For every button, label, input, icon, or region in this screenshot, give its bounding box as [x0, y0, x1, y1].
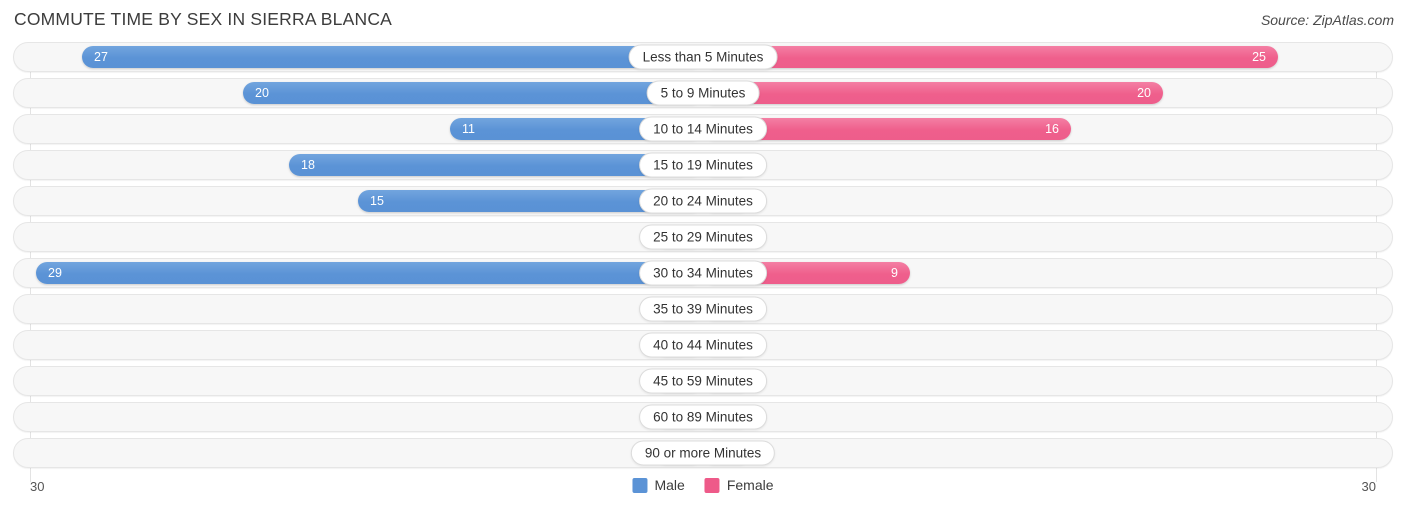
male-half: 29	[14, 259, 703, 287]
legend-label-male: Male	[654, 477, 685, 493]
female-value: 20	[1137, 86, 1151, 100]
male-value: 11	[462, 122, 475, 136]
female-half: 0	[703, 151, 1392, 179]
female-half: 0	[703, 367, 1392, 395]
male-half: 11	[14, 115, 703, 143]
male-half: 0	[14, 439, 703, 467]
table-row[interactable]: 20 20 5 to 9 Minutes	[13, 78, 1393, 108]
male-bar[interactable]: 29	[36, 262, 703, 284]
category-label: 30 to 34 Minutes	[639, 260, 767, 286]
legend-item-female[interactable]: Female	[704, 477, 774, 493]
male-half: 18	[14, 151, 703, 179]
female-half: 0	[703, 331, 1392, 359]
axis-label-left: 30	[30, 479, 45, 494]
female-half: 9	[703, 259, 1392, 287]
legend-label-female: Female	[726, 477, 774, 493]
male-half: 0	[14, 331, 703, 359]
table-row[interactable]: 0025 to 29 Minutes	[13, 222, 1393, 252]
legend-swatch-male-icon	[632, 477, 648, 493]
table-row[interactable]: 0035 to 39 Minutes	[13, 294, 1393, 324]
category-label: 90 or more Minutes	[630, 440, 776, 466]
table-row[interactable]: 11 16 10 to 14 Minutes	[13, 114, 1393, 144]
bar-rows: 27 25 Less than 5 Minutes 20 20 5 to 9 Minute…	[13, 42, 1393, 468]
male-half: 0	[14, 367, 703, 395]
male-half: 15	[14, 187, 703, 215]
category-label: 35 to 39 Minutes	[639, 296, 767, 322]
chart-plot-area: 27 25 Less than 5 Minutes 20 20 5 to 9 Minute…	[13, 42, 1393, 482]
male-bar[interactable]: 27	[82, 46, 703, 68]
table-row[interactable]: 29 9 30 to 34 Minutes	[13, 258, 1393, 288]
female-bar[interactable]: 25	[703, 46, 1278, 68]
male-value: 20	[255, 86, 269, 100]
female-bar[interactable]: 20	[703, 82, 1163, 104]
male-half: 27	[14, 43, 703, 71]
category-label: Less than 5 Minutes	[628, 44, 778, 70]
male-half: 20	[14, 79, 703, 107]
category-label: 40 to 44 Minutes	[639, 332, 767, 358]
table-row[interactable]: 0040 to 44 Minutes	[13, 330, 1393, 360]
male-half: 0	[14, 295, 703, 323]
chart-legend: Male Female	[632, 477, 774, 493]
table-row[interactable]: 0060 to 89 Minutes	[13, 402, 1393, 432]
axis-label-right: 30	[1361, 479, 1376, 494]
female-value: 16	[1045, 122, 1059, 136]
male-value: 15	[370, 194, 384, 208]
male-value: 18	[301, 158, 315, 172]
female-half: 0	[703, 403, 1392, 431]
category-label: 45 to 59 Minutes	[639, 368, 767, 394]
category-label: 20 to 24 Minutes	[639, 188, 767, 214]
male-bar[interactable]: 20	[243, 82, 703, 104]
female-half: 0	[703, 187, 1392, 215]
female-half: 25	[703, 43, 1392, 71]
female-half: 0	[703, 295, 1392, 323]
category-label: 60 to 89 Minutes	[639, 404, 767, 430]
source-attribution: Source: ZipAtlas.com	[1260, 12, 1394, 28]
table-row[interactable]: 18 015 to 19 Minutes	[13, 150, 1393, 180]
female-half: 0	[703, 439, 1392, 467]
category-label: 25 to 29 Minutes	[639, 224, 767, 250]
table-row[interactable]: 0045 to 59 Minutes	[13, 366, 1393, 396]
legend-swatch-female-icon	[704, 477, 720, 493]
legend-item-male[interactable]: Male	[632, 477, 685, 493]
female-half: 0	[703, 223, 1392, 251]
category-label: 5 to 9 Minutes	[646, 80, 760, 106]
male-value: 27	[94, 50, 108, 64]
page-title: COMMUTE TIME BY SEX IN SIERRA BLANCA	[14, 9, 393, 29]
table-row[interactable]: 15 020 to 24 Minutes	[13, 186, 1393, 216]
male-half: 0	[14, 403, 703, 431]
category-label: 10 to 14 Minutes	[639, 116, 767, 142]
female-half: 16	[703, 115, 1392, 143]
male-half: 0	[14, 223, 703, 251]
female-value: 25	[1252, 50, 1266, 64]
chart-header: COMMUTE TIME BY SEX IN SIERRA BLANCA Sou…	[0, 0, 1406, 42]
male-value: 29	[48, 266, 62, 280]
female-half: 20	[703, 79, 1392, 107]
table-row[interactable]: 0090 or more Minutes	[13, 438, 1393, 468]
table-row[interactable]: 27 25 Less than 5 Minutes	[13, 42, 1393, 72]
category-label: 15 to 19 Minutes	[639, 152, 767, 178]
chart-footer: 30 30 Male Female	[13, 476, 1393, 514]
female-value: 9	[891, 266, 898, 280]
